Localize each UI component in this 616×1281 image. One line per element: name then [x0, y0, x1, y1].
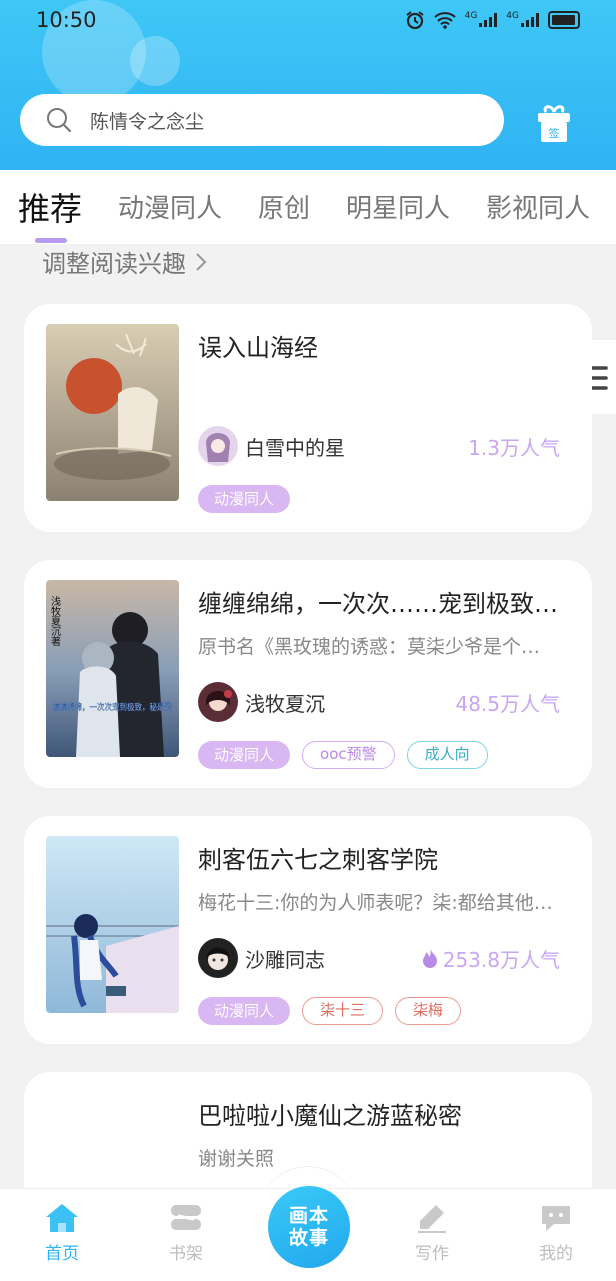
- search-input[interactable]: 陈情令之念尘: [90, 107, 204, 134]
- author-name[interactable]: 浅牧夏沉: [245, 688, 325, 717]
- tag-chip[interactable]: 动漫同人: [198, 485, 291, 513]
- book-description: 原书名《黑玫瑰的诱惑：莫柒少爷是个…: [198, 636, 541, 658]
- nav-mine-label: 我的: [539, 1244, 573, 1264]
- book-title[interactable]: 巴啦啦小魔仙之游蓝秘密: [198, 1096, 574, 1131]
- author-name[interactable]: 白雪中的星: [245, 432, 345, 461]
- tab-anime-fanfic[interactable]: 动漫同人: [118, 188, 222, 225]
- book-card[interactable]: 误入山海经 白雪中的星 1.3万人气 动漫同人: [24, 304, 592, 532]
- nav-write[interactable]: 写作: [392, 1203, 472, 1264]
- nav-home-label: 首页: [45, 1244, 79, 1264]
- wifi-icon: [433, 12, 456, 29]
- network-type-label: 4G: [506, 11, 519, 21]
- cover-image: 浅牧夏沉著 缠缠绵绵，一次次宠到极致，秘是爱: [46, 580, 179, 757]
- tag-chip[interactable]: ooc预警: [302, 741, 395, 769]
- tag-chip[interactable]: 成人向: [406, 741, 488, 769]
- status-icons: 4G 4G: [405, 10, 580, 30]
- signal-icon: [521, 13, 539, 27]
- nav-bookshelf-label: 书架: [169, 1244, 203, 1264]
- cover-text: 缠缠绵绵，一次次宠到极致，秘是爱: [52, 702, 172, 713]
- tag-chip[interactable]: 动漫同人: [198, 997, 291, 1025]
- checkin-gift-button[interactable]: 签: [532, 104, 576, 144]
- author-row: 沙雕同志 253.8万人气: [198, 938, 560, 978]
- cover-image: [46, 324, 179, 501]
- tab-celebrity-fanfic[interactable]: 明星同人: [346, 188, 450, 225]
- tag-chip[interactable]: 柒梅: [395, 997, 462, 1025]
- nav-mine[interactable]: 我的: [516, 1203, 596, 1264]
- tag-list: 动漫同人 ooc预警 成人向: [198, 741, 488, 769]
- tag-chip[interactable]: 动漫同人: [198, 741, 291, 769]
- flame-icon: [422, 948, 437, 968]
- status-time: 10:50: [36, 8, 97, 32]
- book-cover[interactable]: [46, 324, 179, 501]
- app-header: 10:50 4G 4G 陈情令之念尘 签: [0, 0, 616, 170]
- author-name[interactable]: 沙雕同志: [245, 944, 325, 973]
- chevron-right-icon: [196, 252, 207, 271]
- popularity-value: 253.8万人气: [442, 947, 560, 972]
- nav-home[interactable]: 首页: [22, 1203, 102, 1264]
- battery-icon: [548, 11, 580, 29]
- nav-bookshelf[interactable]: 书架: [146, 1203, 226, 1264]
- bookshelf-icon: [171, 1205, 201, 1230]
- tab-film-fanfic[interactable]: 影视同人: [486, 188, 590, 225]
- author-row: 白雪中的星 1.3万人气: [198, 426, 560, 466]
- gift-icon: 签: [538, 105, 570, 142]
- popularity-count: 1.3万人气: [468, 435, 560, 460]
- pen-icon: [418, 1205, 446, 1233]
- nav-write-label: 写作: [415, 1244, 449, 1264]
- popularity-count: 253.8万人气: [421, 944, 560, 973]
- center-button-line2: 故事: [288, 1227, 329, 1249]
- book-card[interactable]: 浅牧夏沉著 缠缠绵绵，一次次宠到极致，秘是爱 缠缠绵绵，一次次……宠到极致，秘 …: [24, 560, 592, 788]
- book-cover[interactable]: 浅牧夏沉著 缠缠绵绵，一次次宠到极致，秘是爱: [46, 580, 179, 757]
- book-cover[interactable]: [46, 836, 179, 1013]
- tab-original[interactable]: 原创: [258, 188, 310, 225]
- author-avatar[interactable]: [198, 938, 238, 978]
- chat-bubble-icon: [542, 1206, 570, 1231]
- author-avatar[interactable]: [198, 426, 238, 466]
- decorative-bubble: [130, 36, 180, 86]
- gift-label: 签: [549, 126, 560, 140]
- network-type-label: 4G: [464, 11, 478, 21]
- book-title[interactable]: 误入山海经: [198, 328, 574, 363]
- cover-text: 浅牧夏沉著: [49, 595, 61, 646]
- book-card[interactable]: 刺客伍六七之刺客学院 梅花十三:你的为人师表呢？柒:都给其他… 沙雕同志 253…: [24, 816, 592, 1044]
- story-center-button[interactable]: 画本 故事: [268, 1186, 350, 1268]
- tab-recommend[interactable]: 推荐: [18, 184, 82, 230]
- alarm-icon: [405, 11, 424, 30]
- tag-list: 动漫同人 柒十三 柒梅: [198, 997, 462, 1025]
- search-bar[interactable]: 陈情令之念尘: [20, 94, 504, 146]
- book-description: 谢谢关照: [198, 1148, 275, 1170]
- cover-image: [46, 836, 179, 1013]
- center-button-line1: 画本: [288, 1205, 329, 1227]
- signal-icon: [479, 13, 498, 27]
- home-icon: [46, 1204, 78, 1232]
- adjust-interest-label: 调整阅读兴趣: [42, 250, 186, 278]
- search-icon: [47, 108, 72, 133]
- author-row: 浅牧夏沉 48.5万人气: [198, 682, 560, 722]
- popularity-count: 48.5万人气: [455, 691, 560, 716]
- tag-list: 动漫同人: [198, 485, 291, 513]
- book-title[interactable]: 缠缠绵绵，一次次……宠到极致，秘: [198, 584, 574, 619]
- category-tabs: 推荐 动漫同人 原创 明星同人 影视同人: [0, 170, 616, 414]
- tag-chip[interactable]: 柒十三: [302, 997, 384, 1025]
- author-avatar[interactable]: [198, 682, 238, 722]
- active-tab-indicator: [35, 238, 67, 243]
- adjust-interest-link[interactable]: 调整阅读兴趣: [42, 244, 208, 279]
- book-description: 梅花十三:你的为人师表呢？柒:都给其他…: [198, 892, 553, 914]
- book-title[interactable]: 刺客伍六七之刺客学院: [198, 840, 574, 875]
